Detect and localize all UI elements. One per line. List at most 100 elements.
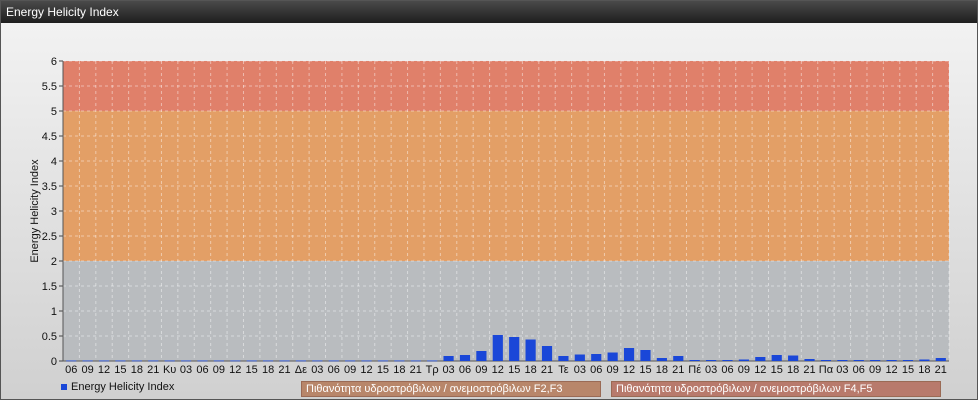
x-tick-label: 18 [131,364,143,376]
series-legend-label: Energy Helicity Index [71,381,175,393]
x-tick-label: 03 [574,364,586,376]
bar [82,360,93,362]
bar [98,360,110,362]
bar [935,358,946,361]
bar [492,335,503,361]
bar [279,360,290,362]
x-tick-label: 15 [771,364,783,376]
bar [394,360,405,362]
x-tick-label: 06 [459,364,471,376]
x-tick-label: 06 [721,364,733,376]
x-tick-label: 12 [623,364,635,376]
chart-svg: 0 0.5 1 1.5 2 2.5 3 3.5 4 4.5 5 5.5 6 06 09 12 15 18 21 Κυ 0… [29,56,950,376]
x-tick-label: 09 [607,364,619,376]
bar [706,360,717,361]
y-tick-label: 2 [51,256,57,268]
x-tick-label: 18 [262,364,274,376]
bar [115,360,126,362]
x-tick-label: Πα [819,364,834,376]
x-tick-label: 12 [98,364,110,376]
x-tick-label: 03 [311,364,323,376]
x-tick-label: 03 [442,364,454,376]
series-legend-swatch [61,384,67,391]
x-tick-label: 18 [656,364,668,376]
bar [246,360,257,362]
bar [673,356,684,361]
y-tick-label: 5.5 [42,81,57,93]
bar [180,360,192,362]
x-tick-label: 09 [81,364,93,376]
x-tick-label: 15 [639,364,651,376]
bar [509,337,520,361]
bar [230,360,241,362]
bar [328,360,339,362]
bar [870,360,881,361]
bar [443,356,454,361]
x-tick-label: 21 [410,364,422,376]
x-tick-label: 21 [541,364,553,376]
chart-window: Energy Helicity Index 0 0.5 1 1.5 2 2.5 3 3.5 4 4… [0,0,978,400]
bar [623,348,635,361]
bar [820,360,832,361]
bar [771,355,782,361]
bar [377,360,389,362]
bar [213,360,224,362]
x-tick-label: 15 [902,364,914,376]
x-tick-label: 12 [229,364,241,376]
x-tick-label: 06 [196,364,208,376]
series-legend[interactable]: Energy Helicity Index [61,381,174,393]
x-tick-label: 09 [213,364,225,376]
bar [427,360,438,362]
bar [131,360,142,362]
x-tick-label: 06 [853,364,865,376]
bar [345,360,356,362]
x-tick-label: 12 [754,364,766,376]
x-tick-label: Τε [558,364,569,376]
x-tick-label: 21 [672,364,684,376]
x-tick-label: 12 [360,364,372,376]
x-tick-label: 06 [328,364,340,376]
x-tick-label: 12 [492,364,504,376]
bar [722,360,733,361]
bar [591,354,602,361]
bar [312,360,323,362]
x-tick-label: Δε [295,364,307,376]
x-tick-label: 18 [918,364,930,376]
x-tick-label: Τρ [426,364,439,376]
band-legend-f4f5[interactable]: Πιθανότητα υδροστρόβιλων / ανεμοστρόβιλω… [611,381,941,397]
x-tick-label: Πέ [688,364,701,376]
bar [853,360,864,361]
x-tick-label: 15 [246,364,258,376]
bar [738,359,749,361]
bar [558,356,569,361]
bar [410,360,421,362]
bar [804,359,815,361]
bar [902,360,914,361]
bar [837,360,848,361]
x-tick-label: 03 [705,364,717,376]
x-tick-label: 06 [65,364,77,376]
bar [66,360,77,362]
x-tick-label: 03 [836,364,848,376]
bar [788,355,799,361]
x-tick-label: 03 [180,364,192,376]
y-tick-label: 3 [51,206,57,218]
x-tick-label: 12 [885,364,897,376]
y-tick-label: 5 [51,106,57,118]
y-tick-label: 4 [51,156,57,168]
y-tick-label: 4.5 [42,131,57,143]
x-tick-label: Κυ [163,364,176,376]
x-tick-label: 21 [278,364,290,376]
y-tick-label: 0 [51,356,57,368]
bar [919,359,930,361]
x-tick-label: 15 [377,364,389,376]
bar [164,360,175,362]
bar [263,360,274,362]
band-legend-f2f3[interactable]: Πιθανότητα υδροστρόβιλων / ανεμοστρόβιλω… [301,381,601,397]
x-tick-label: 18 [524,364,536,376]
x-tick-label: 06 [590,364,602,376]
x-tick-label: 18 [787,364,799,376]
y-tick-label: 1.5 [42,281,57,293]
x-tick-label: 15 [508,364,520,376]
bar [525,339,536,361]
